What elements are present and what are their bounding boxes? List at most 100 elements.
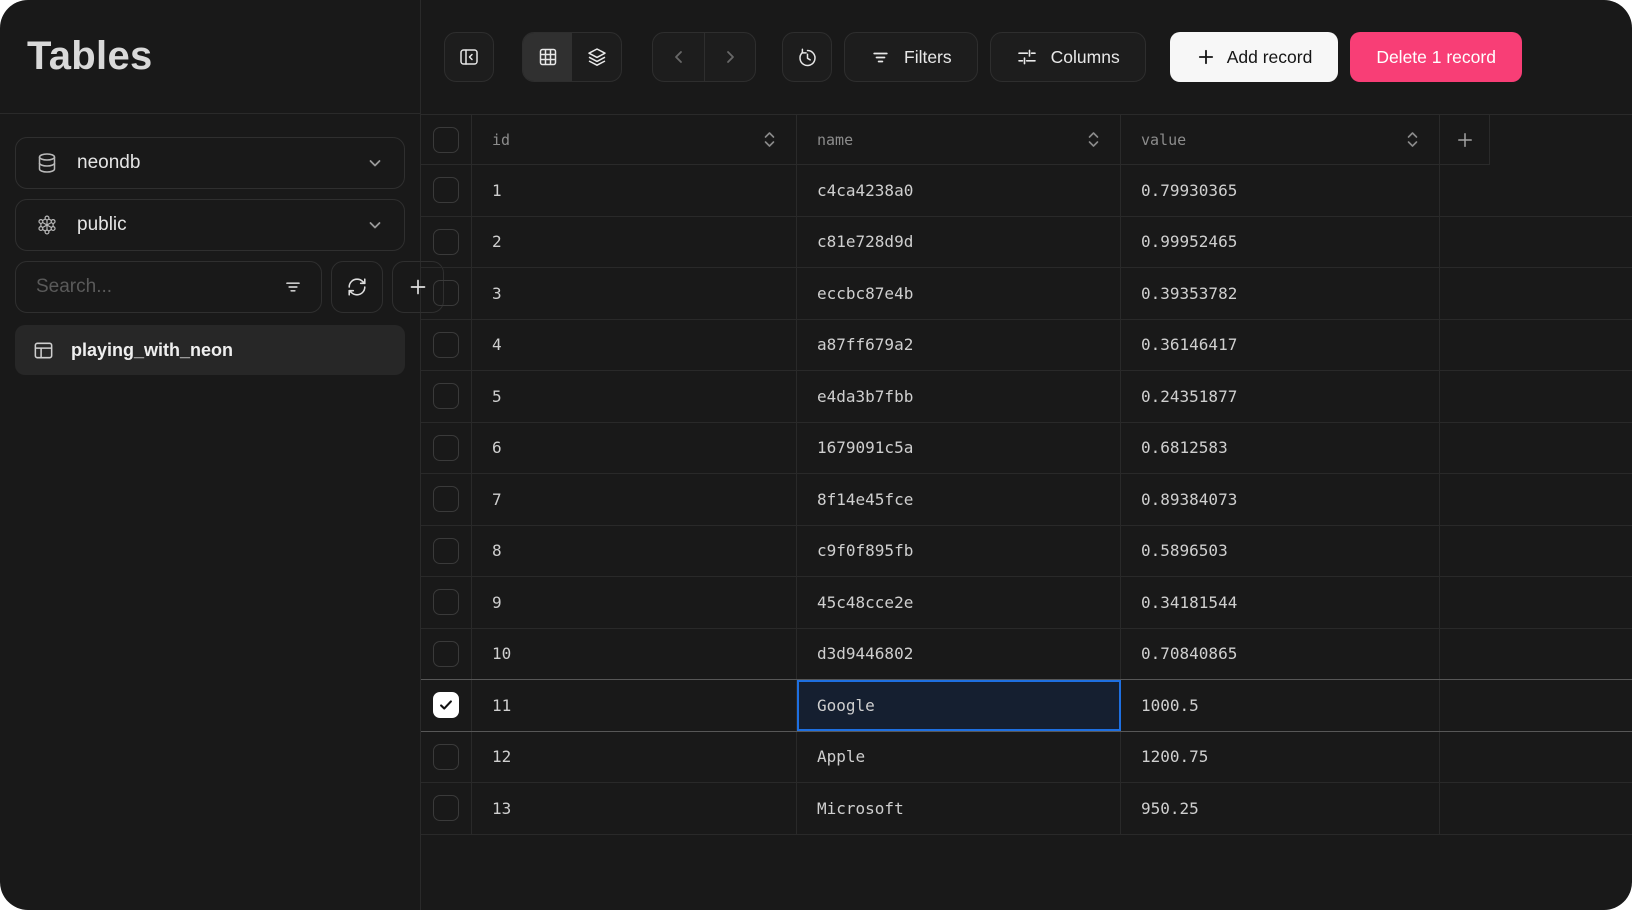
table-icon bbox=[32, 339, 55, 362]
sort-icon[interactable] bbox=[763, 130, 776, 149]
grid-view-toggle[interactable] bbox=[523, 33, 572, 81]
cell-name[interactable]: 8f14e45fce bbox=[797, 474, 1121, 525]
row-checkbox[interactable] bbox=[433, 743, 459, 770]
cell-id[interactable]: 12 bbox=[472, 731, 797, 782]
cell-id[interactable]: 8 bbox=[472, 525, 797, 576]
cell-name[interactable]: c4ca4238a0 bbox=[797, 165, 1121, 216]
cell-value[interactable]: 0.99952465 bbox=[1121, 216, 1440, 267]
sort-icon[interactable] bbox=[1087, 130, 1100, 149]
cell-value[interactable]: 0.70840865 bbox=[1121, 628, 1440, 679]
columns-button[interactable]: Columns bbox=[989, 32, 1146, 82]
cell-name[interactable]: e4da3b7fbb bbox=[797, 371, 1121, 422]
cell-value[interactable]: 0.39353782 bbox=[1121, 268, 1440, 319]
cell-name[interactable]: c81e728d9d bbox=[797, 216, 1121, 267]
layers-view-toggle[interactable] bbox=[572, 33, 621, 81]
cell-id[interactable]: 13 bbox=[472, 783, 797, 834]
cell-id[interactable]: 6 bbox=[472, 422, 797, 473]
row-checkbox[interactable] bbox=[433, 280, 459, 307]
cell-id[interactable]: 11 bbox=[472, 680, 797, 731]
table-row[interactable]: 8 c9f0f895fb 0.5896503 bbox=[421, 525, 1632, 577]
table-row[interactable]: 5 e4da3b7fbb 0.24351877 bbox=[421, 371, 1632, 423]
table-row[interactable]: 1 c4ca4238a0 0.79930365 bbox=[421, 165, 1632, 217]
delete-record-button[interactable]: Delete 1 record bbox=[1350, 32, 1522, 82]
cell-value[interactable]: 0.5896503 bbox=[1121, 525, 1440, 576]
history-icon bbox=[796, 46, 818, 68]
cell-name[interactable]: eccbc87e4b bbox=[797, 268, 1121, 319]
cell-name[interactable]: c9f0f895fb bbox=[797, 525, 1121, 576]
cell-value[interactable]: 950.25 bbox=[1121, 783, 1440, 834]
chevron-down-icon bbox=[365, 153, 385, 173]
column-header-value[interactable]: value bbox=[1121, 115, 1440, 165]
column-header-name[interactable]: name bbox=[797, 115, 1121, 165]
table-row[interactable]: 10 d3d9446802 0.70840865 bbox=[421, 628, 1632, 680]
row-checkbox[interactable] bbox=[433, 177, 459, 204]
add-record-button[interactable]: Add record bbox=[1169, 32, 1339, 82]
cell-name[interactable]: Google bbox=[797, 680, 1121, 731]
cell-name[interactable]: 45c48cce2e bbox=[797, 577, 1121, 628]
row-checkbox-cell bbox=[421, 731, 472, 782]
row-checkbox[interactable] bbox=[433, 331, 459, 358]
row-checkbox[interactable] bbox=[433, 589, 459, 616]
row-checkbox[interactable] bbox=[433, 486, 459, 513]
table-row[interactable]: 13 Microsoft 950.25 bbox=[421, 783, 1632, 835]
cell-id[interactable]: 1 bbox=[472, 165, 797, 216]
sidebar-item-table[interactable]: playing_with_neon bbox=[15, 325, 405, 375]
refresh-button[interactable] bbox=[331, 261, 383, 313]
cell-value[interactable]: 1200.75 bbox=[1121, 731, 1440, 782]
schema-selector[interactable]: public bbox=[15, 199, 405, 251]
cell-value[interactable]: 0.89384073 bbox=[1121, 474, 1440, 525]
row-checkbox[interactable] bbox=[433, 795, 459, 822]
layers-view-icon bbox=[586, 46, 608, 68]
table-row[interactable]: 11 Google 1000.5 bbox=[421, 680, 1632, 732]
cell-name[interactable]: 1679091c5a bbox=[797, 422, 1121, 473]
table-row[interactable]: 6 1679091c5a 0.6812583 bbox=[421, 422, 1632, 474]
cell-name[interactable]: Apple bbox=[797, 731, 1121, 782]
next-page-button[interactable] bbox=[704, 33, 755, 81]
row-checkbox[interactable] bbox=[433, 640, 459, 667]
cell-value[interactable]: 1000.5 bbox=[1121, 680, 1440, 731]
cell-name[interactable]: d3d9446802 bbox=[797, 628, 1121, 679]
prev-page-button[interactable] bbox=[653, 33, 704, 81]
select-all-checkbox[interactable] bbox=[433, 126, 459, 153]
page-title: Tables bbox=[27, 34, 153, 78]
cell-id[interactable]: 2 bbox=[472, 216, 797, 267]
row-checkbox[interactable] bbox=[433, 537, 459, 564]
cell-id[interactable]: 4 bbox=[472, 319, 797, 370]
row-checkbox-cell bbox=[421, 165, 472, 216]
row-checkbox[interactable] bbox=[433, 383, 459, 410]
row-checkbox[interactable] bbox=[433, 228, 459, 255]
cell-value[interactable]: 0.6812583 bbox=[1121, 422, 1440, 473]
table-row[interactable]: 9 45c48cce2e 0.34181544 bbox=[421, 577, 1632, 629]
cell-id[interactable]: 7 bbox=[472, 474, 797, 525]
cell-value[interactable]: 0.24351877 bbox=[1121, 371, 1440, 422]
cell-value[interactable]: 0.36146417 bbox=[1121, 319, 1440, 370]
cell-name[interactable]: a87ff679a2 bbox=[797, 319, 1121, 370]
table-row[interactable]: 3 eccbc87e4b 0.39353782 bbox=[421, 268, 1632, 320]
cell-id[interactable]: 5 bbox=[472, 371, 797, 422]
cell-id[interactable]: 9 bbox=[472, 577, 797, 628]
column-header-id[interactable]: id bbox=[472, 115, 797, 165]
table-row[interactable]: 12 Apple 1200.75 bbox=[421, 731, 1632, 783]
row-checkbox-checked[interactable] bbox=[433, 692, 459, 719]
add-column-button[interactable] bbox=[1440, 115, 1490, 165]
cell-value[interactable]: 0.34181544 bbox=[1121, 577, 1440, 628]
cell-value[interactable]: 0.79930365 bbox=[1121, 165, 1440, 216]
sort-icon[interactable] bbox=[1406, 130, 1419, 149]
table-row[interactable]: 2 c81e728d9d 0.99952465 bbox=[421, 216, 1632, 268]
history-button[interactable] bbox=[782, 32, 832, 82]
search-box[interactable] bbox=[15, 261, 322, 313]
table-row[interactable]: 4 a87ff679a2 0.36146417 bbox=[421, 319, 1632, 371]
cell-id[interactable]: 10 bbox=[472, 628, 797, 679]
table-row[interactable]: 7 8f14e45fce 0.89384073 bbox=[421, 474, 1632, 526]
cell-id[interactable]: 3 bbox=[472, 268, 797, 319]
sliders-icon bbox=[1016, 46, 1038, 68]
row-checkbox-cell bbox=[421, 268, 472, 319]
column-header-id-label: id bbox=[492, 130, 511, 149]
row-checkbox[interactable] bbox=[433, 434, 459, 461]
cell-name[interactable]: Microsoft bbox=[797, 783, 1121, 834]
filters-button[interactable]: Filters bbox=[844, 32, 978, 82]
search-input[interactable] bbox=[34, 275, 283, 299]
collapse-sidebar-button[interactable] bbox=[444, 32, 494, 82]
select-all-cell bbox=[421, 115, 472, 165]
database-selector[interactable]: neondb bbox=[15, 137, 405, 189]
